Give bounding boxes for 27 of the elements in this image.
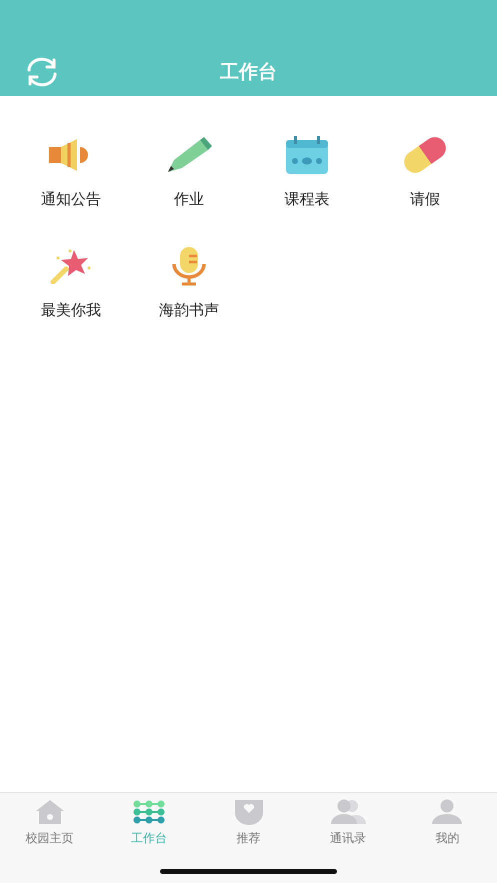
pill-icon — [402, 136, 448, 174]
refresh-icon[interactable] — [25, 56, 59, 88]
app-shortcut[interactable]: 作业 — [130, 128, 248, 213]
pencil-icon — [166, 136, 212, 174]
app-label: 作业 — [174, 190, 204, 209]
app-shortcut[interactable]: 课程表 — [248, 128, 366, 213]
app-label: 通知公告 — [41, 190, 101, 209]
app-label: 海韵书声 — [159, 301, 219, 320]
app-label: 最美你我 — [41, 301, 101, 320]
tab[interactable]: 通讯录 — [298, 793, 398, 853]
magic-wand-icon — [50, 248, 92, 284]
app-label: 请假 — [410, 190, 440, 209]
tab[interactable]: 推荐 — [198, 793, 298, 853]
app-shortcut[interactable]: 通知公告 — [12, 128, 130, 213]
app-shortcut[interactable]: 请假 — [366, 128, 484, 213]
app-label: 课程表 — [284, 190, 330, 209]
dots-grid-icon — [132, 799, 166, 825]
calendar-icon — [285, 136, 329, 174]
page-title: 工作台 — [220, 60, 277, 85]
heart-shield-icon — [234, 799, 264, 825]
person-icon — [431, 799, 464, 825]
app-shortcut[interactable]: 海韵书声 — [130, 239, 248, 324]
house-icon — [34, 799, 65, 825]
tab[interactable]: 校园主页 — [0, 793, 100, 853]
app-shortcut[interactable]: 最美你我 — [12, 239, 130, 324]
contacts-icon — [330, 799, 366, 825]
tab[interactable]: 我的 — [398, 793, 497, 853]
